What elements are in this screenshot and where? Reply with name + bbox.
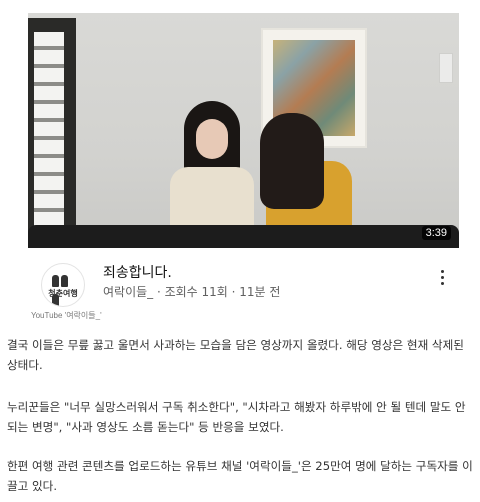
video-thumbnail[interactable]: 3:39 xyxy=(28,13,459,248)
video-meta: 여락이들_ · 조회수 11회 · 11분 전 xyxy=(103,285,281,299)
more-vertical-icon[interactable] xyxy=(436,268,448,288)
channel-logo-figures xyxy=(51,272,77,306)
article-paragraph-2: 누리꾼들은 "너무 실망스러워서 구독 취소한다", "시차라고 해봤자 하루밖… xyxy=(7,400,466,434)
person-right xyxy=(260,113,352,235)
wall-vent xyxy=(439,53,453,83)
person-left xyxy=(170,101,254,237)
channel-logo-text: 청춘여행 xyxy=(48,289,78,298)
video-duration-badge: 3:39 xyxy=(421,226,451,240)
window-blinds xyxy=(28,18,76,248)
article-paragraph-1: 결국 이들은 무릎 꿇고 울면서 사과하는 모습을 담은 영상까지 올렸다. 해… xyxy=(7,338,464,372)
image-source-caption: YouTube '여락이들_' xyxy=(31,311,102,320)
sofa xyxy=(28,225,459,248)
channel-avatar[interactable]: 청춘여행 xyxy=(41,263,85,307)
article-paragraph-3: 한편 여행 관련 콘텐츠를 업로드하는 유튜브 채널 '여락이들_'은 25만여… xyxy=(7,459,473,493)
video-title[interactable]: 죄송합니다. xyxy=(103,262,172,282)
